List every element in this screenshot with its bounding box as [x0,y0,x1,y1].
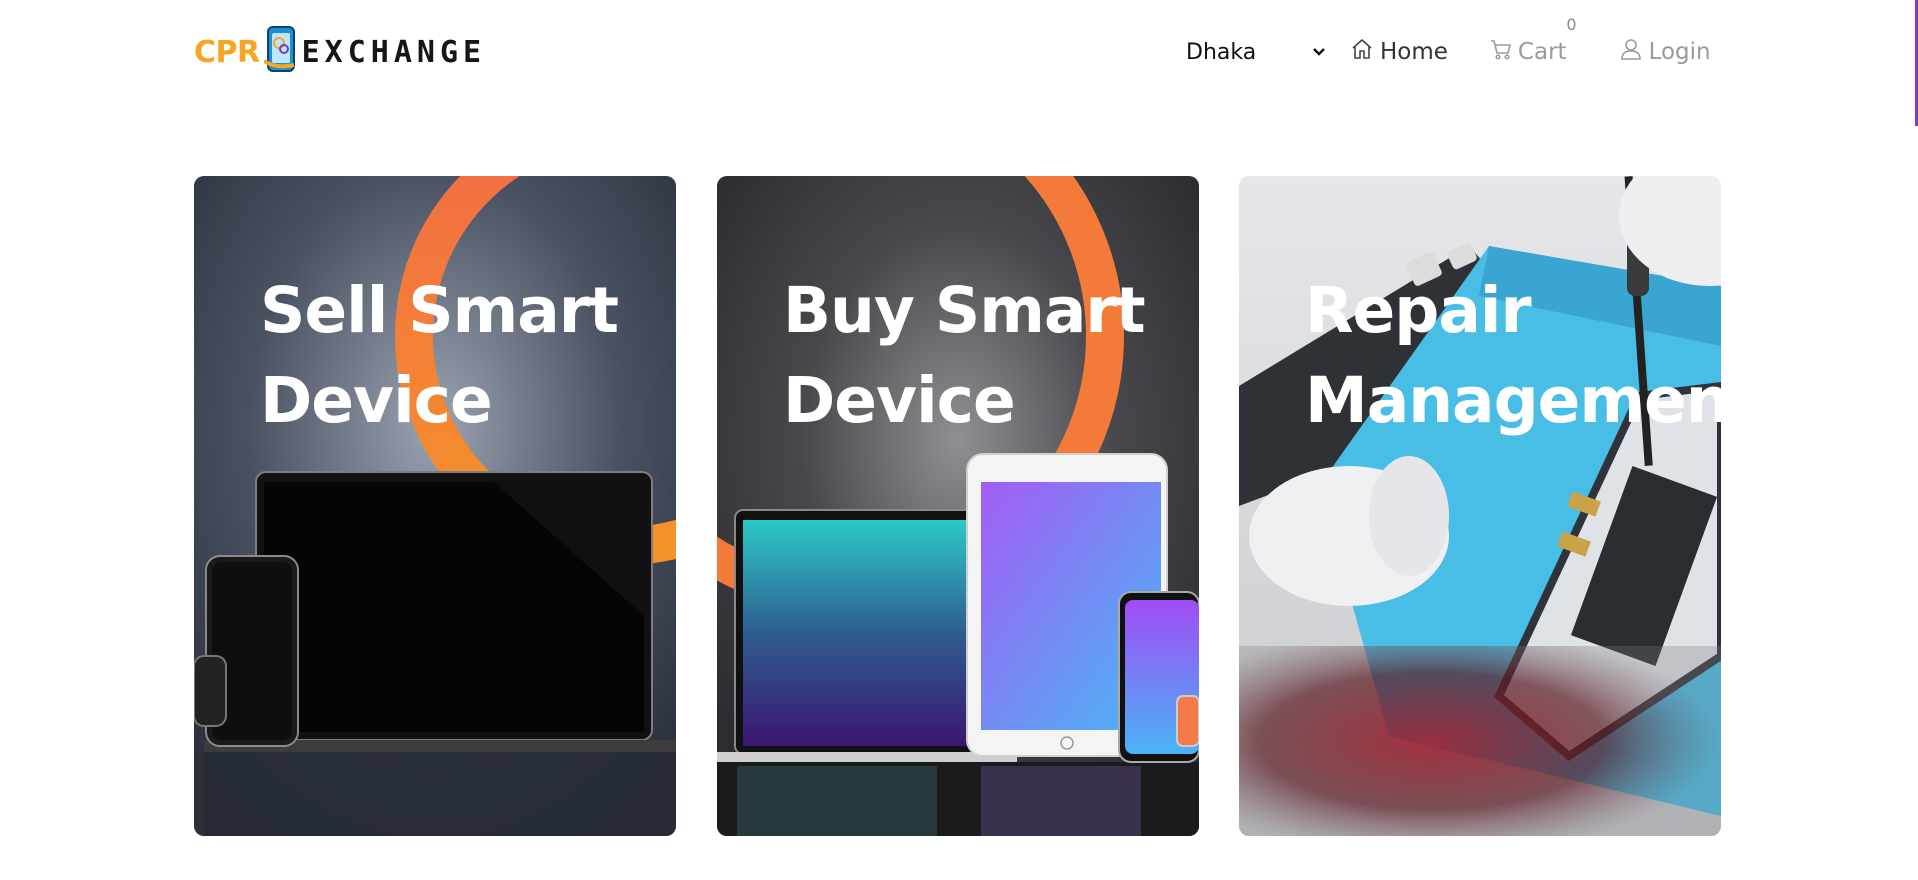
nav-home-label: Home [1380,39,1448,65]
home-icon [1350,37,1374,67]
nav-login-link[interactable]: Login [1619,37,1711,67]
nav-login-label: Login [1648,39,1711,65]
buy-device-card[interactable]: Buy Smart Device [717,176,1199,836]
buy-card-title: Buy Smart Device [783,274,1146,437]
site-header: CPR EXCHANGE Dhaka Home Cart 0 Login [0,0,1918,105]
sell-device-card[interactable]: Sell Smart Device [194,176,676,836]
brand-logo[interactable]: CPR EXCHANGE [194,24,486,80]
sell-card-title: Sell Smart Device [260,274,619,437]
user-icon [1619,37,1643,67]
logo-cpr-text: CPR [194,34,260,70]
cart-count-badge: 0 [1566,15,1577,34]
repair-card-title: Repair Management [1305,274,1721,437]
phone-logo-icon [262,25,298,79]
cart-icon [1490,37,1512,67]
city-select[interactable]: Dhaka [1176,30,1336,74]
city-select-value: Dhaka [1186,39,1257,65]
nav-home-link[interactable]: Home [1350,37,1448,67]
chevron-down-icon [1312,47,1326,57]
repair-management-card[interactable]: Repair Management [1239,176,1721,836]
nav-cart-link[interactable]: Cart 0 [1490,15,1577,67]
nav-cart-label: Cart [1517,39,1567,65]
logo-exchange-text: EXCHANGE [301,34,487,70]
main-nav: Dhaka Home Cart 0 Login [1176,15,1711,74]
